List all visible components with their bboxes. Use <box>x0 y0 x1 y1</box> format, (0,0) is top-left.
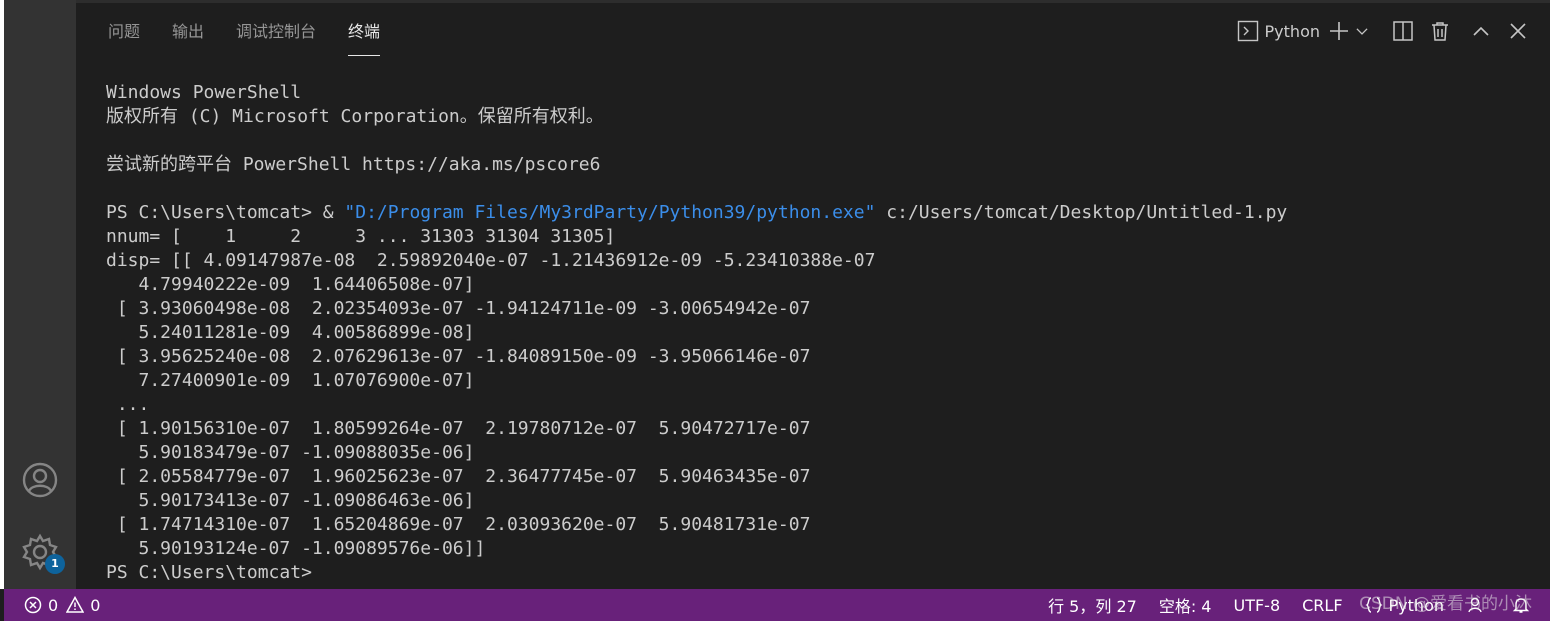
terminal-dropdown-button[interactable] <box>1352 14 1372 48</box>
terminal-line: 5.90193124e-07 -1.09089576e-06]] <box>106 538 486 559</box>
person-icon <box>1468 597 1482 613</box>
terminal-line: disp= [[ 4.09147987e-08 2.59892040e-07 -… <box>106 250 876 271</box>
terminal-line: 7.27400901e-09 1.07076900e-07] <box>106 370 475 391</box>
terminal-panel: 问题 输出 调试控制台 终端 Python Windows PowerShell… <box>76 0 1550 589</box>
terminal-line: 5.90173413e-07 -1.09086463e-06] <box>106 490 475 511</box>
close-icon <box>1509 23 1526 39</box>
chevron-up-icon <box>1472 26 1489 36</box>
bell-icon <box>1512 598 1530 613</box>
warning-icon <box>66 596 85 613</box>
notifications-button[interactable] <box>1512 589 1536 621</box>
terminal-line: [ 1.90156310e-07 1.80599264e-07 2.197807… <box>106 418 811 439</box>
terminal-line: 5.90183479e-07 -1.09088035e-06] <box>106 442 475 463</box>
cursor-position[interactable]: 行 5，列 27 <box>1048 589 1137 621</box>
new-terminal-button[interactable] <box>1326 14 1352 48</box>
terminal-icon <box>1237 20 1258 42</box>
chevron-down-icon <box>1356 28 1368 35</box>
status-bar-right: 行 5，列 27 空格: 4 UTF-8 CRLF Python <box>1026 589 1536 621</box>
terminal-prompt: PS C:\Users\tomcat> & <box>106 202 345 223</box>
terminal-line: 版权所有 (C) Microsoft Corporation。保留所有权利。 <box>106 106 604 127</box>
terminal-line: Windows PowerShell <box>106 82 302 103</box>
panel-actions: Python <box>1231 14 1536 48</box>
panel-top-border <box>76 0 1550 3</box>
terminal-line: nnum= [ 1 2 3 ... 31303 31304 31305] <box>106 226 616 247</box>
terminal-line: 尝试新的跨平台 PowerShell https://aka.ms/pscore… <box>106 154 601 175</box>
panel-tabs: 问题 输出 调试控制台 终端 <box>92 12 396 56</box>
terminal-string-literal: "D:/Program Files/My3rdParty/Python39/py… <box>344 202 876 223</box>
terminal-line: PS C:\Users\tomcat> <box>106 562 312 583</box>
tab-problems[interactable]: 问题 <box>92 12 156 56</box>
terminal-line: PS C:\Users\tomcat> & "D:/Program Files/… <box>106 201 1536 225</box>
status-bar-left: 0 0 <box>24 589 100 621</box>
activity-bar: 1 <box>4 0 76 589</box>
maximize-panel-button[interactable] <box>1462 14 1499 48</box>
braces-icon <box>1364 597 1383 613</box>
problems-status[interactable]: 0 0 <box>24 589 100 621</box>
settings-badge: 1 <box>45 554 65 574</box>
error-count: 0 <box>48 595 59 615</box>
close-panel-button[interactable] <box>1499 14 1536 48</box>
language-mode[interactable]: Python <box>1364 589 1444 621</box>
indentation[interactable]: 空格: 4 <box>1159 589 1212 621</box>
terminal-line: 4.79940222e-09 1.64406508e-07] <box>106 274 475 295</box>
trash-icon <box>1431 22 1448 41</box>
terminal-output[interactable]: Windows PowerShell 版权所有 (C) Microsoft Cor… <box>106 81 1536 585</box>
terminal-select-label: Python <box>1264 21 1320 41</box>
language-label: Python <box>1388 595 1444 615</box>
terminal-line: ... <box>106 394 150 415</box>
terminal-line: [ 3.93060498e-08 2.02354093e-07 -1.94124… <box>106 298 811 319</box>
warning-count: 0 <box>90 595 101 615</box>
new-terminal-group <box>1326 14 1372 48</box>
terminal-line: [ 3.95625240e-08 2.07629613e-07 -1.84089… <box>106 346 811 367</box>
feedback-button[interactable] <box>1466 589 1490 621</box>
terminal-select-button[interactable]: Python <box>1231 14 1326 48</box>
terminal-line: [ 1.74714310e-07 1.65204869e-07 2.030936… <box>106 514 811 535</box>
tab-debug-console[interactable]: 调试控制台 <box>220 12 332 56</box>
kill-terminal-button[interactable] <box>1421 14 1458 48</box>
account-button[interactable] <box>18 458 62 502</box>
terminal-line: [ 2.05584779e-07 1.96025623e-07 2.364777… <box>106 466 811 487</box>
split-terminal-button[interactable] <box>1384 14 1421 48</box>
tab-terminal[interactable]: 终端 <box>332 12 396 56</box>
error-icon <box>24 596 42 614</box>
split-icon <box>1392 21 1413 41</box>
status-bar: 0 0 行 5，列 27 空格: 4 UTF-8 CRLF Python <box>4 589 1550 621</box>
terminal-line: 5.24011281e-09 4.00586899e-08] <box>106 322 475 343</box>
account-icon <box>22 462 58 498</box>
terminal-argument: c:/Users/tomcat/Desktop/Untitled-1.py <box>875 202 1288 223</box>
tab-output[interactable]: 输出 <box>156 12 220 56</box>
plus-icon <box>1330 22 1348 40</box>
end-of-line[interactable]: CRLF <box>1302 589 1342 621</box>
encoding[interactable]: UTF-8 <box>1233 589 1280 621</box>
settings-button[interactable]: 1 <box>18 530 65 574</box>
